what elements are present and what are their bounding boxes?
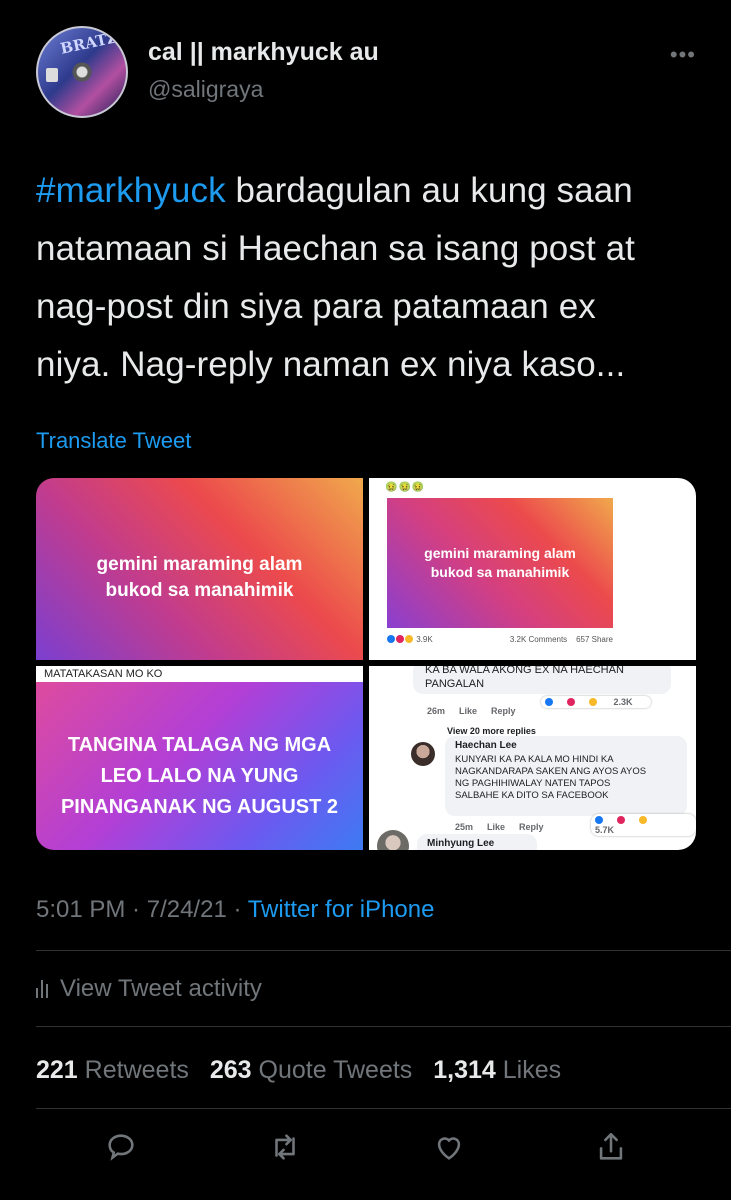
activity-label: View Tweet activity [60,975,262,1002]
quotes-count: 263 [209,1056,252,1084]
like-reaction-icon [387,635,395,643]
comment1-reactions: 2.3K [541,696,651,708]
retweets-label: Retweets [84,1056,189,1084]
tweet-time: 5:01 PM [36,896,126,923]
likes-stat[interactable]: 1,314 Likes [433,1056,561,1084]
comment1-like[interactable]: Like [459,706,477,716]
avatar[interactable]: BRATZ [36,26,128,118]
tweet-text-line4: niya. Nag-reply naman ex niya kaso... [36,345,626,384]
comment2-meta: 25m Like Reply [455,822,558,832]
avatar-logo: BRATZ [58,28,120,58]
comments-shares: 3.2K Comments 657 Share [510,635,613,644]
display-name[interactable]: cal || markhyuck au [148,38,379,67]
comment2-line4: SALBAHE KA DITO SA FACEBOOK [455,790,609,801]
image3-line1: TANGINA TALAGA NG MGA [67,734,332,756]
image3-top-label: MATATAKASAN MO KO [36,666,363,682]
commenter-avatar-2[interactable] [377,830,409,850]
like-icon[interactable] [432,1130,466,1164]
comment2-line2: NAGKANDARAPA SAKEN ANG AYOS AYOS [455,766,647,777]
divider [36,950,731,951]
comment2-count: 5.7K [595,825,615,835]
commenter-avatar[interactable] [411,742,435,766]
reaction-count: 3.9K [416,635,433,644]
shares-count: 657 Share [576,635,613,644]
share-icon[interactable] [594,1130,628,1164]
like-reaction-icon [595,816,603,824]
analytics-icon [36,980,48,998]
more-horizontal-icon[interactable]: ••• [670,42,696,68]
separator: · [125,896,147,923]
tweet-source-link[interactable]: Twitter for iPhone [248,896,435,923]
tweet-header: BRATZ cal || markhyuck au @saligraya ••• [36,26,696,118]
tweet-stats: 221 Retweets 263 Quote Tweets 1,314 Like… [36,1056,575,1085]
retweets-count: 221 [36,1056,78,1084]
tweet-timestamp: 5:01 PM · 7/24/21 · Twitter for iPhone [36,896,434,924]
separator: · [226,896,248,923]
love-reaction-icon [617,816,625,824]
tweet-text: #markhyuck bardagulan au kung saan natam… [36,162,706,394]
haha-reaction-icon [589,698,597,706]
media-grid: gemini maraming alam bukod sa manahimik … [36,478,696,850]
image2-text: gemini maraming alam bukod sa manahimik [387,544,613,582]
comment3-author[interactable]: Minhyung Lee [427,838,494,849]
comment1-time: 26m [427,706,446,716]
view-tweet-activity[interactable]: View Tweet activity [36,975,262,1003]
image2-line1: gemini maraming alam [424,545,576,561]
comment2-line3: NG PAGHIHIWALAY NATEN TAPOS [455,778,611,789]
media-image-4[interactable]: KA BA WALA AKONG EX NA HAECHAN PANGALAN … [369,666,696,850]
haha-reaction-icon [639,816,647,824]
tweet-text-line1: bardagulan au kung saan [225,171,633,210]
comment1-meta: 26m Like Reply [427,706,530,716]
divider [36,1108,731,1109]
image3-text: TANGINA TALAGA NG MGA LEO LALO NA YUNG P… [36,730,363,823]
media-image-1[interactable]: gemini maraming alam bukod sa manahimik [36,478,363,660]
view-more-replies[interactable]: View 20 more replies [447,726,536,736]
comment2-like[interactable]: Like [487,822,505,832]
retweets-stat[interactable]: 221 Retweets [36,1056,189,1084]
tweet-text-line2: natamaan si Haechan sa isang post at [36,229,635,268]
comment2-author[interactable]: Haechan Lee [455,740,517,751]
image3-line3: PINANGANAK NG AUGUST 2 [60,796,339,818]
divider [36,1026,731,1027]
love-reaction-icon [396,635,404,643]
comment1-count: 2.3K [613,697,633,707]
comment2-reactions: 5.7K [591,814,696,836]
comment2-line1: KUNYARI KA PA KALA MO HINDI KA [455,754,614,765]
comment1-line1: KA BA WALA AKONG EX NA HAECHAN [425,666,624,676]
fb-post-image: gemini maraming alam bukod sa manahimik [387,498,613,628]
comment2-reply[interactable]: Reply [519,822,544,832]
playstation-icon [46,68,58,82]
tweet-actions [0,1122,731,1172]
fb-reaction-bar: 3.9K 3.2K Comments 657 Share [387,635,613,644]
comment2-time: 25m [455,822,474,832]
image1-text: gemini maraming alam bukod sa manahimik [36,552,363,604]
quotes-stat[interactable]: 263 Quote Tweets [210,1056,412,1084]
image1-line1: gemini maraming alam [96,554,303,575]
image3-line2: LEO LALO NA YUNG [100,765,299,787]
image2-line2: bukod sa manahimik [430,564,570,580]
reply-icon[interactable] [104,1130,138,1164]
love-reaction-icon [567,698,575,706]
hashtag-link[interactable]: #markhyuck [36,171,226,210]
translate-tweet-link[interactable]: Translate Tweet [36,428,191,454]
likes-label: Likes [502,1056,562,1084]
comments-count: 3.2K Comments [509,635,568,644]
likes-count: 1,314 [433,1056,496,1084]
comment1-reply[interactable]: Reply [491,706,516,716]
comment1-line2: PANGALAN [425,678,485,690]
media-image-2[interactable]: 🤢🤢🤢 gemini maraming alam bukod sa manahi… [369,478,696,660]
tweet-text-line3: nag-post din siya para patamaan ex [36,287,596,326]
quotes-label: Quote Tweets [258,1056,413,1084]
retweet-icon[interactable] [268,1130,302,1164]
nauseated-emoji-row: 🤢🤢🤢 [385,482,426,493]
user-handle[interactable]: @saligraya [148,76,263,103]
image1-line2: bukod sa manahimik [105,580,294,601]
like-reaction-icon [545,698,553,706]
tweet-date: 7/24/21 [146,896,227,923]
media-image-3[interactable]: MATATAKASAN MO KO TANGINA TALAGA NG MGA … [36,666,363,850]
haha-reaction-icon [405,635,413,643]
